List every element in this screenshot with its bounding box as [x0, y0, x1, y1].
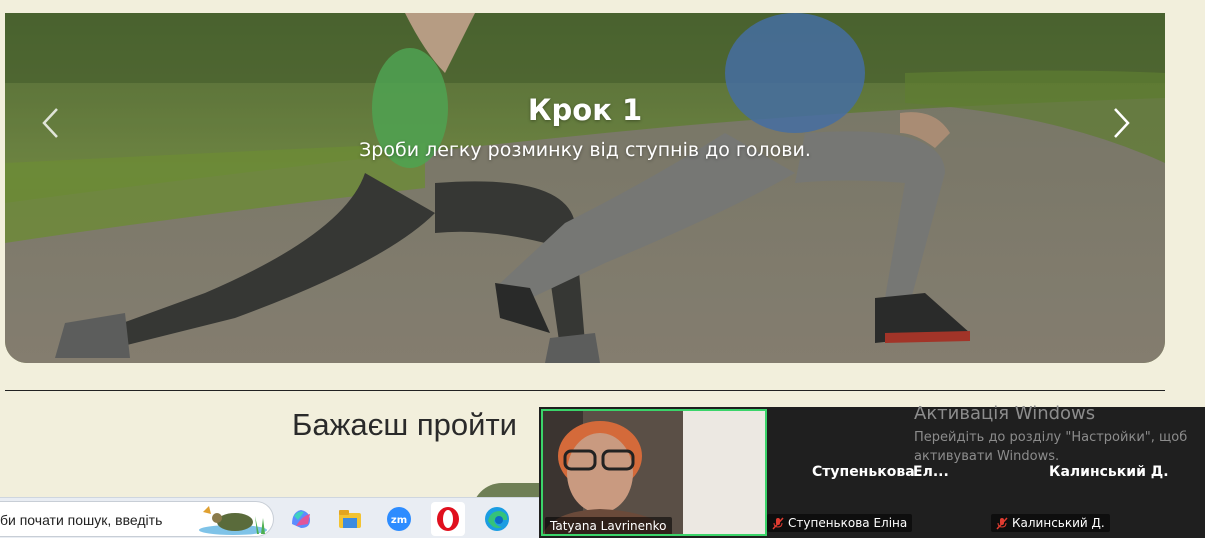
- zoom-meeting-panel: Tatyana Lavrinenko Ступенькова Ел... Кал…: [539, 407, 1205, 538]
- participant-label-text: Ступенькова Еліна: [788, 516, 908, 530]
- section-heading: Бажаєш пройти: [292, 407, 517, 442]
- participant-label[interactable]: Ступенькова Еліна: [767, 514, 913, 532]
- opera-icon[interactable]: [431, 502, 465, 536]
- slide-overlay: [5, 13, 1165, 363]
- webcam-video: [543, 411, 765, 534]
- participant-name-large: Ступенькова: [812, 464, 915, 480]
- slide-caption: Зроби легку розминку від ступнів до голо…: [359, 139, 811, 161]
- zoom-icon[interactable]: zm: [382, 502, 416, 536]
- search-highlight-icon: [199, 506, 267, 535]
- svg-text:zm: zm: [391, 515, 407, 526]
- activation-watermark-title: Активація Windows: [914, 403, 1096, 424]
- participant-name-large: Калинський Д.: [1049, 464, 1169, 480]
- carousel-next-button[interactable]: [1097, 93, 1147, 153]
- slide-title: Крок 1: [527, 93, 643, 127]
- self-name-label: Tatyana Lavrinenko: [545, 517, 672, 534]
- windows-taskbar: би почати пошук, введіть zm: [0, 497, 545, 538]
- copilot-icon[interactable]: [284, 502, 318, 536]
- participant-name-truncated: Ел...: [913, 464, 949, 480]
- activation-watermark-text: Перейдіть до розділу "Настройки", щоб ак…: [914, 430, 1188, 464]
- chevron-left-icon: [42, 108, 58, 138]
- section-divider: [5, 390, 1165, 391]
- participant-label-text: Калинський Д.: [1012, 516, 1105, 530]
- file-explorer-icon[interactable]: [333, 502, 367, 536]
- video-tile-self[interactable]: Tatyana Lavrinenko: [541, 409, 767, 536]
- search-placeholder: би почати пошук, введіть: [0, 512, 163, 528]
- carousel: Крок 1 Зроби легку розминку від ступнів …: [5, 13, 1165, 363]
- carousel-prev-button[interactable]: [25, 93, 75, 153]
- muted-mic-icon: [996, 517, 1008, 530]
- taskbar-search[interactable]: би почати пошук, введіть: [0, 501, 274, 537]
- chevron-right-icon: [1114, 108, 1130, 138]
- muted-mic-icon: [772, 517, 784, 530]
- participant-label[interactable]: Калинський Д.: [991, 514, 1110, 532]
- edge-icon[interactable]: [480, 502, 514, 536]
